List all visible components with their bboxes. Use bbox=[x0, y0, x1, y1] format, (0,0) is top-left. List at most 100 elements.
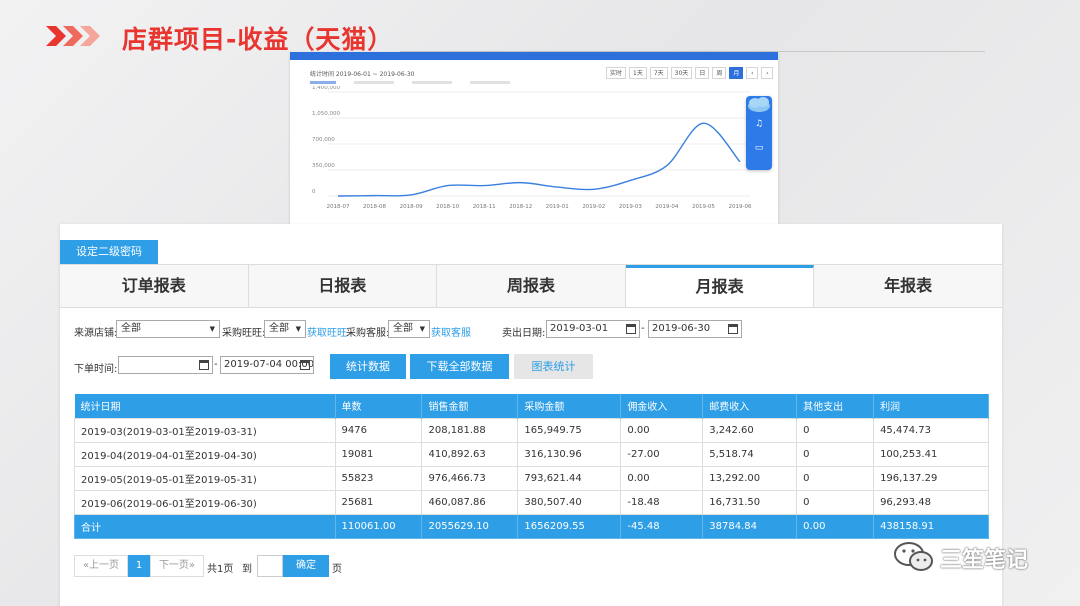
calendar-icon bbox=[728, 324, 738, 334]
tab-monthly-report[interactable]: 月报表 bbox=[625, 265, 815, 307]
table-cell: 380,507.40 bbox=[517, 489, 622, 515]
table-cell: 2019-06(2019-06-01至2019-06-30) bbox=[74, 489, 336, 515]
source-shop-label: 来源店铺: bbox=[74, 328, 118, 339]
slide-header: 店群项目-收益（天猫） bbox=[0, 0, 1080, 60]
chart-period-text: 统计时间 2019-06-01 ~ 2019-06-30 bbox=[310, 71, 415, 78]
column-header[interactable]: 统计日期 bbox=[74, 394, 336, 418]
x-tick-label: 2019-02 bbox=[582, 204, 605, 210]
tab-yearly-report[interactable]: 年报表 bbox=[814, 265, 1002, 307]
table-cell: -27.00 bbox=[620, 441, 704, 467]
tab-weekly-report[interactable]: 周报表 bbox=[437, 265, 626, 307]
get-cs-link[interactable]: 获取客服 bbox=[431, 324, 471, 339]
table-cell: 3,242.60 bbox=[702, 417, 798, 443]
range-button-group: 实时 1天 7天 30天 日 周 月 ‹ › bbox=[606, 67, 774, 79]
column-header[interactable]: 利润 bbox=[873, 394, 989, 418]
stats-button[interactable]: 统计数据 bbox=[330, 354, 406, 379]
table-cell: 16,731.50 bbox=[702, 489, 798, 515]
page-unit-label: 页 bbox=[332, 564, 342, 575]
table-cell: 100,253.41 bbox=[873, 441, 989, 467]
x-tick-label: 2019-04 bbox=[655, 204, 678, 210]
column-header[interactable]: 佣金收入 bbox=[620, 394, 704, 418]
column-header[interactable]: 采购金额 bbox=[517, 394, 622, 418]
x-tick-label: 2018-10 bbox=[436, 204, 459, 210]
calendar-icon bbox=[199, 360, 209, 370]
range-button-7d[interactable]: 7天 bbox=[649, 67, 668, 79]
range-button-30d[interactable]: 30天 bbox=[670, 67, 693, 79]
table-cell: 5,518.74 bbox=[702, 441, 798, 467]
table-total-row: 合计 110061.00 2055629.10 1656209.55 -45.4… bbox=[74, 513, 989, 539]
sold-date-from-input[interactable]: 2019-03-01 bbox=[546, 320, 640, 338]
date-separator: - bbox=[641, 323, 645, 334]
table-row: 2019-05(2019-05-01至2019-05-31) 55823 976… bbox=[74, 465, 989, 491]
total-cell: 0.00 bbox=[796, 513, 875, 539]
source-shop-select[interactable]: 全部 ▼ bbox=[116, 320, 220, 338]
filter-row-2: 下单时间: - 2019-07-04 00:00 bbox=[74, 356, 334, 376]
report-panel: 设定二级密码 订单报表 日报表 周报表 月报表 年报表 来源店铺: 全部 ▼ 采… bbox=[60, 224, 1002, 606]
line-chart: 0 350,000 700,000 1,050,000 1,400,000 2018-07… bbox=[312, 86, 752, 210]
table-cell: 55823 bbox=[334, 465, 423, 491]
tab-daily-report[interactable]: 日报表 bbox=[248, 265, 438, 307]
bell-icon[interactable]: ♫ bbox=[746, 112, 772, 136]
tab-order-report[interactable]: 订单报表 bbox=[60, 265, 249, 307]
order-time-from-input[interactable] bbox=[118, 356, 213, 374]
total-cell: 1656209.55 bbox=[517, 513, 622, 539]
total-cell: 合计 bbox=[74, 513, 336, 539]
order-time-label: 下单时间: bbox=[74, 364, 118, 375]
prev-page-button[interactable]: «上一页 bbox=[74, 555, 128, 577]
sold-date-to-input[interactable]: 2019-06-30 bbox=[648, 320, 742, 338]
range-button-next[interactable]: › bbox=[761, 67, 774, 79]
calendar-icon bbox=[300, 360, 310, 370]
table-cell: 2019-03(2019-03-01至2019-03-31) bbox=[74, 417, 336, 443]
legend-item[interactable] bbox=[354, 81, 394, 84]
x-tick-label: 2018-08 bbox=[363, 204, 386, 210]
get-ww-link[interactable]: 获取旺旺 bbox=[307, 324, 347, 339]
next-page-button[interactable]: 下一页» bbox=[150, 555, 204, 577]
range-button-1d[interactable]: 1天 bbox=[629, 67, 647, 79]
order-time-to-input[interactable]: 2019-07-04 00:00 bbox=[220, 356, 314, 374]
range-button-realtime[interactable]: 实时 bbox=[606, 67, 627, 79]
table-cell: 25681 bbox=[334, 489, 423, 515]
total-cell: -45.48 bbox=[620, 513, 704, 539]
goto-label: 到 bbox=[242, 564, 252, 575]
table-cell: 208,181.88 bbox=[421, 417, 519, 443]
table-cell: 410,892.63 bbox=[421, 441, 519, 467]
cloud-icon bbox=[748, 97, 770, 112]
table-cell: 0.00 bbox=[620, 417, 704, 443]
set-password-button[interactable]: 设定二级密码 bbox=[60, 240, 158, 264]
table-cell: 0 bbox=[796, 417, 875, 443]
purchase-ww-select[interactable]: 全部 ▼ bbox=[264, 320, 306, 338]
table-cell: 0.00 bbox=[620, 465, 704, 491]
x-tick-label: 2019-06 bbox=[729, 204, 752, 210]
legend-item[interactable] bbox=[412, 81, 452, 84]
watermark: 三笙笔记 bbox=[893, 538, 1053, 576]
column-header[interactable]: 单数 bbox=[335, 394, 423, 418]
message-icon[interactable]: ▭ bbox=[746, 136, 772, 160]
column-header[interactable]: 其他支出 bbox=[796, 394, 875, 418]
y-tick-label: 1,400,000 bbox=[312, 86, 340, 91]
chart-stats-button[interactable]: 图表统计 bbox=[514, 354, 593, 379]
legend-item[interactable] bbox=[470, 81, 510, 84]
confirm-goto-button[interactable]: 确定 bbox=[283, 555, 329, 577]
column-header[interactable]: 邮费收入 bbox=[702, 394, 798, 418]
report-tabs: 订单报表 日报表 周报表 月报表 年报表 bbox=[60, 264, 1002, 308]
range-button-day[interactable]: 日 bbox=[695, 67, 710, 79]
page-1-button[interactable]: 1 bbox=[128, 555, 150, 577]
y-tick-label: 350,000 bbox=[312, 163, 335, 169]
table-cell: 460,087.86 bbox=[421, 489, 519, 515]
download-all-button[interactable]: 下载全部数据 bbox=[410, 354, 509, 379]
column-header[interactable]: 销售金额 bbox=[421, 394, 519, 418]
table-row: 2019-04(2019-04-01至2019-04-30) 19081 410… bbox=[74, 441, 989, 467]
goto-page-input[interactable] bbox=[257, 555, 283, 577]
wechat-icon bbox=[894, 542, 933, 571]
purchase-cs-select[interactable]: 全部 ▼ bbox=[388, 320, 430, 338]
x-tick-label: 2019-03 bbox=[619, 204, 642, 210]
legend-item[interactable] bbox=[310, 81, 336, 84]
range-button-prev[interactable]: ‹ bbox=[746, 67, 759, 79]
table-cell: 9476 bbox=[334, 417, 423, 443]
purchase-cs-label: 采购客服: bbox=[346, 328, 390, 339]
range-button-month[interactable]: 月 bbox=[729, 67, 744, 79]
range-button-week[interactable]: 周 bbox=[712, 67, 727, 79]
table-cell: 96,293.48 bbox=[873, 489, 989, 515]
table-cell: 0 bbox=[796, 489, 875, 515]
chevron-down-icon: ▼ bbox=[295, 325, 301, 333]
